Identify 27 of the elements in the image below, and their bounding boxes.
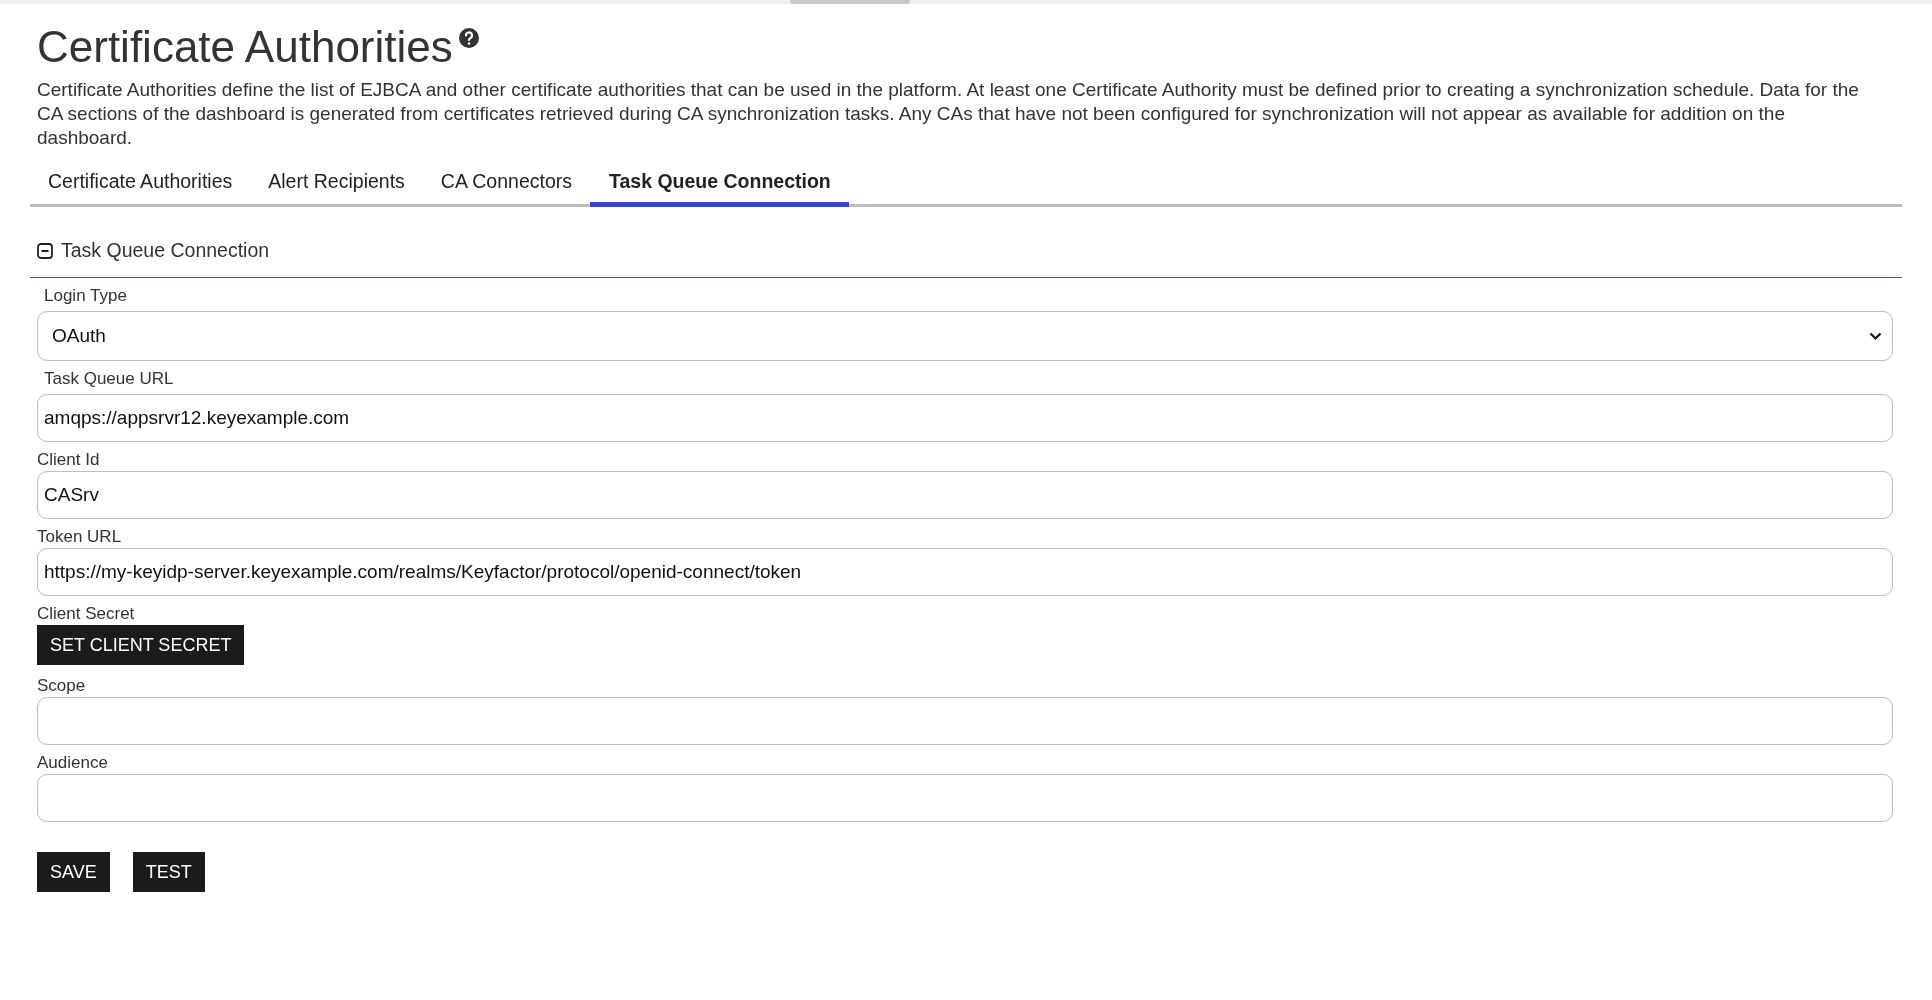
input-field[interactable]: CASrv — [37, 471, 1893, 519]
section-title: Task Queue Connection — [61, 239, 270, 262]
set-secret-button[interactable]: SET CLIENT SECRET — [37, 625, 245, 665]
scroll-thumb[interactable] — [790, 0, 910, 4]
tab[interactable]: CA Connectors — [422, 170, 590, 207]
page-description: Certificate Authorities define the list of EJBCA and other certificate authorities that can be used in the platform. At least one Certificate Authority must be defined prior to creating a synchronization schedule. Data for the CA sections of the dashboard is generated from certificates retrieved during CA synchronization tasks. Any CAs that have not been configured for synchronization will not appear as available for addition on the dashboard. — [37, 78, 1860, 150]
chevron-down-icon — [1869, 331, 1882, 341]
input-field[interactable]: amqps://appsrvr12.keyexample.com — [37, 394, 1893, 442]
input-field[interactable]: https://my-keyidp-server.keyexample.com/realms/Keyfactor/protocol/openid-connect/token — [37, 548, 1893, 596]
help-icon[interactable] — [458, 28, 479, 48]
input-field[interactable] — [37, 774, 1893, 822]
tab[interactable]: Certificate Authorities — [30, 170, 251, 207]
action-button[interactable]: TEST — [132, 852, 205, 892]
field-label: Audience — [37, 752, 109, 774]
field-label: Client Secret — [37, 603, 136, 625]
field-label: Scope — [37, 675, 87, 697]
tab[interactable]: Alert Recipients — [250, 170, 423, 207]
collapse-icon[interactable] — [37, 242, 53, 259]
field-label: Token URL — [37, 526, 123, 548]
field-label: Client Id — [37, 449, 101, 471]
dropdown-field[interactable]: OAuth — [37, 311, 1893, 361]
field-label: Task Queue URL — [44, 368, 175, 390]
input-field[interactable] — [37, 697, 1893, 745]
tab[interactable]: Task Queue Connection — [590, 170, 849, 207]
action-button[interactable]: SAVE — [37, 852, 110, 892]
field-label: Login Type — [44, 285, 128, 307]
page-title: Certificate Authorities — [37, 22, 453, 72]
